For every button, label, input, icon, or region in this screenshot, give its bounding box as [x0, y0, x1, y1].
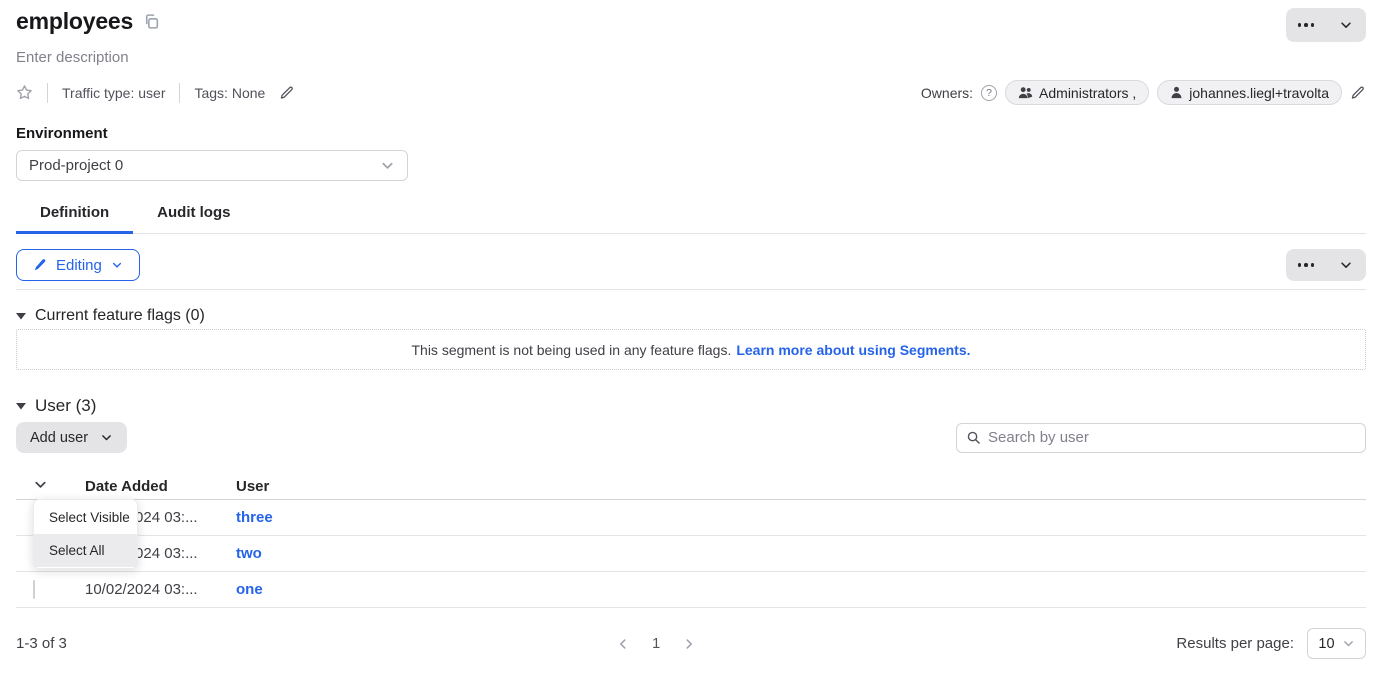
environment-select[interactable]: Prod-project 0: [16, 150, 408, 181]
triangle-collapse-icon: [16, 312, 26, 320]
results-per-page-label: Results per page:: [1176, 635, 1294, 652]
chevron-left-icon: [616, 637, 630, 651]
previous-page-button[interactable]: [614, 635, 632, 653]
edit-owners-pencil-icon[interactable]: [1350, 85, 1366, 101]
header-actions-split-button: [1286, 8, 1366, 42]
tab-bar: Definition Audit logs: [16, 195, 1366, 234]
owner-pill-user[interactable]: johannes.liegl+travolta: [1157, 80, 1342, 105]
environment-selected-value: Prod-project 0: [29, 157, 123, 174]
table-row: 10/02/2024 03:... one: [16, 572, 1366, 608]
owners-label: Owners:: [921, 85, 973, 101]
edit-tags-pencil-icon[interactable]: [279, 85, 295, 101]
editing-button[interactable]: Editing: [16, 249, 140, 281]
more-options-icon: [1298, 23, 1315, 27]
chevron-down-icon: [380, 158, 395, 173]
star-icon[interactable]: [16, 84, 33, 101]
editing-label: Editing: [56, 257, 102, 274]
chevron-down-icon: [33, 477, 48, 492]
traffic-type-label: Traffic type: user: [62, 85, 165, 101]
chevron-down-icon: [1339, 18, 1353, 32]
help-icon[interactable]: [981, 85, 997, 101]
column-header-date-added: Date Added: [85, 478, 236, 495]
chevron-down-icon: [111, 259, 123, 271]
feature-flags-empty-message: This segment is not being used in any fe…: [411, 342, 731, 358]
meta-row: Traffic type: user Tags: None Owners: Ad…: [16, 80, 1366, 105]
chevron-down-icon: [1339, 258, 1353, 272]
row-checkbox[interactable]: [33, 580, 35, 599]
add-user-button[interactable]: Add user: [16, 422, 127, 453]
feature-flags-section-header[interactable]: Current feature flags (0): [16, 307, 1366, 325]
more-options-icon: [1298, 263, 1315, 267]
table-row: 10/02/2024 03:... three: [16, 500, 1366, 536]
owner-pill-administrators[interactable]: Administrators ,: [1005, 80, 1149, 105]
results-per-page-value: 10: [1318, 636, 1334, 652]
copy-icon[interactable]: [143, 13, 160, 30]
header-actions-chevron-button[interactable]: [1326, 8, 1366, 42]
select-menu-item[interactable]: Select All: [34, 534, 137, 567]
next-page-button[interactable]: [680, 635, 698, 653]
select-menu-item[interactable]: Select Visible: [34, 501, 137, 534]
person-icon: [1170, 86, 1183, 99]
definition-toolbar: Editing: [16, 249, 1366, 281]
chevron-down-icon: [100, 431, 113, 444]
user-link[interactable]: three: [236, 509, 273, 526]
feature-flags-heading: Current feature flags (0): [35, 307, 205, 325]
environment-section: Environment Prod-project 0: [16, 125, 1366, 181]
owner-pill-label: Administrators ,: [1039, 85, 1136, 101]
search-icon: [966, 430, 981, 445]
description-placeholder[interactable]: Enter description: [16, 49, 1366, 66]
user-link[interactable]: two: [236, 545, 262, 562]
toolbar-actions-split-button: [1286, 249, 1366, 281]
toolbar-actions-chevron-button[interactable]: [1326, 249, 1366, 281]
divider: [47, 83, 48, 103]
table-footer: 1-3 of 3 1 Results per page: 10: [16, 628, 1366, 659]
current-page-number[interactable]: 1: [652, 636, 660, 652]
edit-pencil-icon: [33, 258, 47, 272]
user-section-header[interactable]: User (3): [16, 396, 1366, 416]
page-title: employees: [16, 8, 133, 35]
user-controls: Add user: [16, 422, 1366, 453]
select-all-chevron-button[interactable]: [33, 477, 48, 492]
table-header-row: Date Added User: [16, 474, 1366, 500]
row-date: 10/02/2024 03:...: [85, 581, 236, 598]
toolbar-more-options-button[interactable]: [1286, 249, 1326, 281]
search-input[interactable]: [988, 429, 1356, 446]
tab-definition[interactable]: Definition: [16, 195, 133, 234]
user-table: Date Added User 10/02/2024 03:... three …: [16, 474, 1366, 608]
column-header-user: User: [236, 478, 1366, 495]
user-link[interactable]: one: [236, 581, 263, 598]
results-per-page-select[interactable]: 10: [1307, 628, 1366, 659]
divider: [16, 289, 1366, 290]
pagination: 1: [276, 635, 1036, 653]
page-header: employees: [16, 8, 1366, 42]
user-section-heading: User (3): [35, 396, 96, 416]
more-options-button[interactable]: [1286, 8, 1326, 42]
divider: [179, 83, 180, 103]
chevron-right-icon: [682, 637, 696, 651]
tags-label: Tags: None: [194, 85, 265, 101]
learn-more-link[interactable]: Learn more about using Segments.: [736, 342, 970, 358]
segment-detail-page: employees Enter description: [0, 0, 1382, 659]
add-user-label: Add user: [30, 430, 88, 446]
chevron-down-icon: [1342, 637, 1355, 650]
results-range: 1-3 of 3: [16, 635, 276, 652]
owner-pill-label: johannes.liegl+travolta: [1189, 85, 1329, 101]
environment-label: Environment: [16, 125, 1366, 142]
feature-flags-empty-state: This segment is not being used in any fe…: [16, 329, 1366, 370]
user-search: [956, 423, 1366, 453]
tab-audit-logs[interactable]: Audit logs: [133, 195, 254, 234]
triangle-collapse-icon: [16, 402, 26, 410]
group-icon: [1018, 86, 1033, 99]
select-dropdown-menu: Select Visible Select All: [33, 499, 138, 569]
table-row: 10/02/2024 03:... two: [16, 536, 1366, 572]
